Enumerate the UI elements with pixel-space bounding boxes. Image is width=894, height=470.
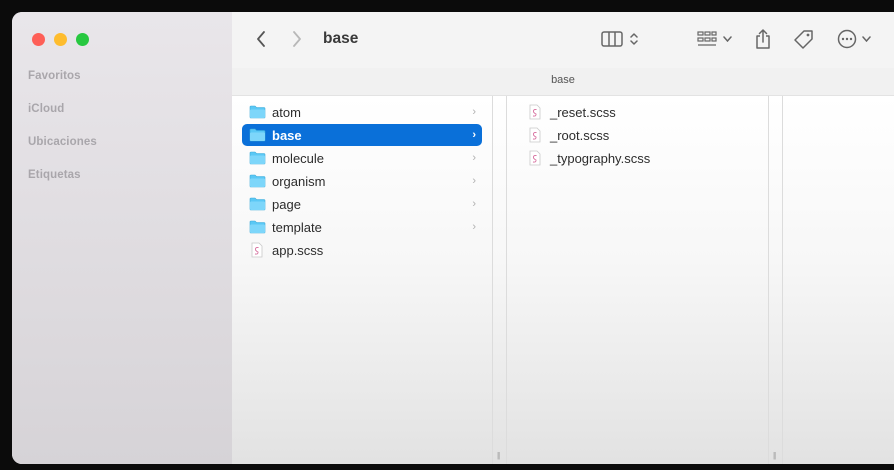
list-item-folder[interactable]: page › [242, 193, 482, 215]
item-name: _root.scss [550, 127, 610, 143]
scss-file-icon [526, 104, 544, 120]
minimize-window-button[interactable] [54, 33, 67, 46]
forward-button[interactable] [288, 29, 306, 49]
view-mode-button[interactable] [598, 28, 642, 50]
chevron-right-icon: › [472, 152, 476, 164]
chevron-right-icon [293, 31, 301, 47]
chevron-down-icon [722, 36, 732, 42]
sidebar-section-ubicaciones[interactable]: Ubicaciones [28, 136, 97, 148]
item-name: template [272, 219, 322, 235]
group-button[interactable] [694, 28, 734, 50]
folder-icon [248, 150, 266, 166]
chevron-right-icon: › [472, 198, 476, 210]
chevron-right-icon: › [472, 221, 476, 233]
tag-icon [794, 30, 813, 49]
window-title: base [323, 30, 359, 47]
folder-icon [248, 173, 266, 189]
sidebar-section-favoritos[interactable]: Favoritos [28, 70, 81, 82]
zoom-window-button[interactable] [76, 33, 89, 46]
back-button[interactable] [252, 29, 270, 49]
column-divider[interactable] [768, 96, 769, 464]
scss-file-icon [248, 242, 266, 258]
list-item-file[interactable]: _root.scss [520, 124, 760, 146]
list-item-folder-selected[interactable]: base › [242, 124, 482, 146]
chevron-updown-icon [630, 33, 638, 45]
finder-window: Favoritos iCloud Ubicaciones Etiquetas b… [12, 12, 894, 464]
column-browser: || || atom › base › molecule › organism [232, 96, 894, 464]
scss-file-icon [526, 127, 544, 143]
share-button[interactable] [752, 26, 774, 52]
list-item-folder[interactable]: molecule › [242, 147, 482, 169]
column-divider[interactable] [782, 96, 783, 464]
grid-group-icon [696, 31, 717, 46]
folder-icon [248, 127, 266, 143]
column-divider[interactable] [492, 96, 493, 464]
tag-button[interactable] [792, 27, 816, 51]
item-name: _typography.scss [550, 150, 651, 166]
list-item-folder[interactable]: atom › [242, 101, 482, 123]
toolbar: base [232, 12, 894, 68]
item-name: atom [272, 104, 301, 120]
more-actions-button[interactable] [834, 27, 874, 51]
item-name: organism [272, 173, 326, 189]
list-item-file[interactable]: app.scss [242, 239, 482, 261]
item-name: page [272, 196, 301, 212]
list-item-folder[interactable]: organism › [242, 170, 482, 192]
close-window-button[interactable] [32, 33, 45, 46]
item-name: _reset.scss [550, 104, 616, 120]
chevron-left-icon [257, 31, 265, 47]
chevron-right-icon: › [472, 129, 476, 141]
window-controls [32, 33, 89, 46]
column-resize-handle[interactable]: || [497, 451, 500, 460]
list-item-file[interactable]: _typography.scss [520, 147, 760, 169]
chevron-right-icon: › [472, 106, 476, 118]
folder-icon [248, 104, 266, 120]
column-divider[interactable] [506, 96, 507, 464]
column-resize-handle[interactable]: || [773, 451, 776, 460]
share-icon [756, 29, 770, 49]
folder-icon [248, 219, 266, 235]
main-area: base base || || atom › base › molecule ›… [232, 12, 894, 464]
item-name: app.scss [272, 242, 324, 258]
list-item-folder[interactable]: template › [242, 216, 482, 238]
chevron-down-icon [862, 36, 871, 42]
sidebar: Favoritos iCloud Ubicaciones Etiquetas [12, 12, 232, 464]
sidebar-section-icloud[interactable]: iCloud [28, 103, 64, 115]
ellipsis-circle-icon [837, 29, 857, 49]
scss-file-icon [526, 150, 544, 166]
sidebar-section-etiquetas[interactable]: Etiquetas [28, 169, 81, 181]
item-name: base [272, 127, 302, 143]
chevron-right-icon: › [472, 175, 476, 187]
columns-view-icon [601, 31, 623, 47]
folder-icon [248, 196, 266, 212]
item-name: molecule [272, 150, 325, 166]
list-item-file[interactable]: _reset.scss [520, 101, 760, 123]
path-bar: base [232, 68, 894, 96]
path-bar-label: base [551, 74, 575, 86]
